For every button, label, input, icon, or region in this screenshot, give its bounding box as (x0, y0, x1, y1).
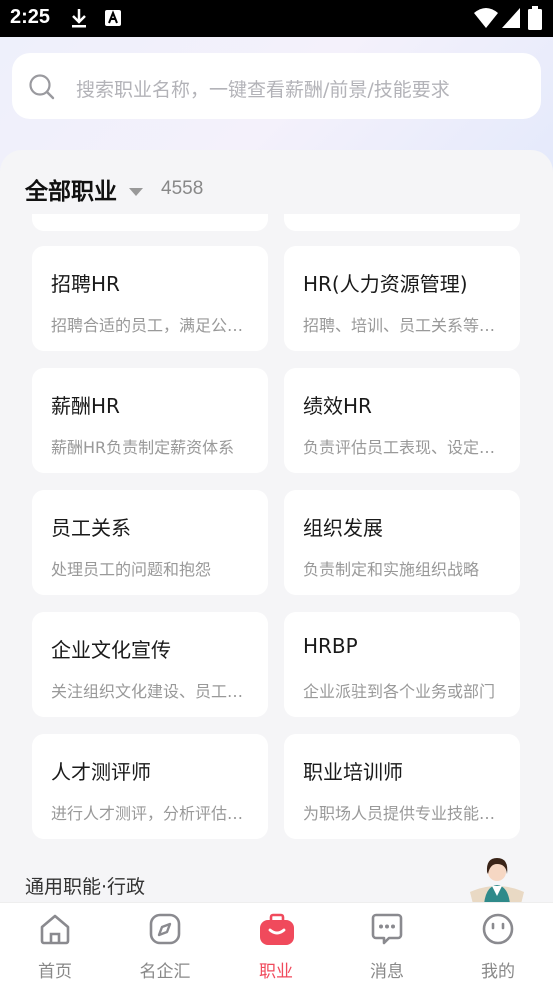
tab-messages[interactable]: 消息 (332, 903, 442, 985)
card-partial[interactable] (284, 214, 520, 231)
career-card[interactable]: 企业文化宣传 关注组织文化建设、员工活动 (32, 612, 268, 717)
tab-label: 消息 (370, 962, 404, 982)
career-desc: 为职场人员提供专业技能培训 (303, 804, 508, 823)
career-card[interactable]: 组织发展 负责制定和实施组织战略 (284, 490, 520, 595)
career-desc: 企业派驻到各个业务或部门 (303, 682, 496, 701)
status-time: 2:25 (10, 6, 51, 28)
career-desc: 进行人才测评，分析评估结果 (51, 804, 256, 823)
tab-label: 名企汇 (139, 962, 191, 982)
filter-label: 全部职业 (25, 179, 117, 205)
career-desc: 招聘、培训、员工关系等工作 (303, 316, 508, 335)
tab-companies[interactable]: 名企汇 (110, 903, 220, 985)
search-icon (28, 73, 56, 105)
tab-label: 我的 (481, 962, 515, 982)
career-card[interactable]: 招聘HR 招聘合适的员工，满足公司的用人需求 (32, 246, 268, 351)
tab-profile[interactable]: 我的 (443, 903, 553, 985)
career-name: 企业文化宣传 (51, 638, 171, 662)
tab-label: 职业 (259, 962, 293, 982)
bottom-tab-bar: 首页 名企汇 职业 消息 我的 (0, 902, 553, 985)
battery-icon (528, 6, 542, 34)
career-card[interactable]: 人才测评师 进行人才测评，分析评估结果 (32, 734, 268, 839)
career-name: 招聘HR (51, 272, 120, 296)
career-card[interactable]: 薪酬HR 薪酬HR负责制定薪资体系 (32, 368, 268, 473)
status-bar: 2:25 (0, 0, 553, 37)
career-card[interactable]: HRBP 企业派驻到各个业务或部门 (284, 612, 520, 717)
career-count: 4558 (161, 178, 204, 199)
wifi-icon (474, 8, 498, 32)
card-partial[interactable] (32, 214, 268, 231)
career-name: 薪酬HR (51, 394, 120, 418)
career-desc: 关注组织文化建设、员工活动 (51, 682, 256, 701)
briefcase-icon (259, 912, 295, 950)
career-card[interactable]: 绩效HR 负责评估员工表现、设定目标 (284, 368, 520, 473)
search-bar[interactable]: 搜索职业名称，一键查看薪酬/前景/技能要求 (12, 53, 541, 119)
career-name: 职业培训师 (303, 760, 403, 784)
search-placeholder: 搜索职业名称，一键查看薪酬/前景/技能要求 (76, 79, 450, 101)
career-card[interactable]: HR(人力资源管理) 招聘、培训、员工关系等工作 (284, 246, 520, 351)
career-desc: 招聘合适的员工，满足公司的用人需求 (51, 316, 256, 335)
download-icon (70, 8, 88, 32)
career-desc: 处理员工的问题和抱怨 (51, 560, 212, 579)
notification-a-icon (104, 9, 122, 31)
career-name: 绩效HR (303, 394, 372, 418)
career-card[interactable]: 员工关系 处理员工的问题和抱怨 (32, 490, 268, 595)
career-name: 员工关系 (51, 516, 131, 540)
profile-icon (481, 912, 515, 950)
career-desc: 薪酬HR负责制定薪资体系 (51, 438, 235, 457)
tab-careers[interactable]: 职业 (221, 903, 331, 985)
career-name: 组织发展 (303, 516, 383, 540)
career-name: HR(人力资源管理) (303, 272, 468, 296)
signal-icon (502, 8, 520, 32)
section-title: 通用职能·行政 (25, 876, 146, 898)
career-name: HRBP (303, 634, 358, 658)
career-desc: 负责制定和实施组织战略 (303, 560, 480, 579)
compass-icon (148, 912, 182, 950)
career-name: 人才测评师 (51, 760, 151, 784)
message-icon (370, 912, 404, 950)
career-filter[interactable]: 全部职业 4558 (25, 172, 203, 206)
caret-down-icon (129, 182, 143, 201)
career-card[interactable]: 职业培训师 为职场人员提供专业技能培训 (284, 734, 520, 839)
tab-label: 首页 (38, 962, 72, 982)
assistant-avatar-icon[interactable] (466, 852, 528, 908)
career-desc: 负责评估员工表现、设定目标 (303, 438, 508, 457)
home-icon (38, 912, 72, 950)
tab-home[interactable]: 首页 (0, 903, 110, 985)
